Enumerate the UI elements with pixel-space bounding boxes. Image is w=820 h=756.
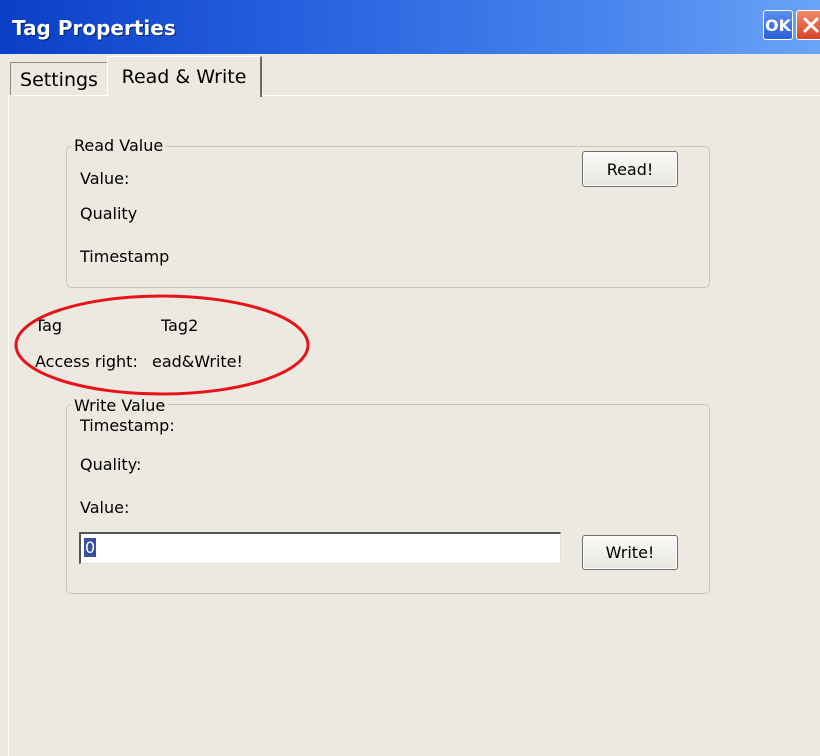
- write-timestamp-label: Timestamp:: [80, 416, 175, 435]
- write-value-label: Value:: [80, 498, 130, 517]
- tab-divider: [8, 95, 108, 96]
- tag-label: Tag: [35, 316, 63, 335]
- write-value-input[interactable]: 0: [79, 532, 561, 564]
- ok-button[interactable]: OK: [763, 10, 793, 40]
- close-icon: [803, 17, 819, 33]
- tab-divider: [262, 95, 820, 96]
- tag-value: Tag2: [161, 316, 199, 335]
- write-value-legend: Write Value: [71, 396, 169, 415]
- read-button[interactable]: Read!: [582, 151, 678, 187]
- tab-settings[interactable]: Settings: [10, 62, 108, 96]
- access-right-label: Access right:: [35, 352, 138, 371]
- tab-read-write[interactable]: Read & Write: [107, 56, 262, 97]
- read-value-label: Value:: [80, 169, 130, 188]
- access-right-value: ead&Write!: [152, 352, 243, 371]
- tab-strip: Settings Read & Write: [0, 54, 820, 97]
- dialog-body: Settings Read & Write Read Value Value: …: [0, 54, 820, 756]
- write-value-text: 0: [84, 538, 97, 557]
- write-button[interactable]: Write!: [582, 535, 678, 570]
- close-button[interactable]: [796, 10, 820, 40]
- write-quality-label: Quality:: [80, 455, 142, 474]
- window-title: Tag Properties: [12, 16, 176, 40]
- title-bar: Tag Properties OK: [0, 0, 820, 54]
- read-quality-label: Quality: [80, 204, 138, 223]
- read-value-legend: Read Value: [71, 136, 167, 155]
- read-timestamp-label: Timestamp: [80, 247, 170, 266]
- panel-border: [8, 96, 9, 756]
